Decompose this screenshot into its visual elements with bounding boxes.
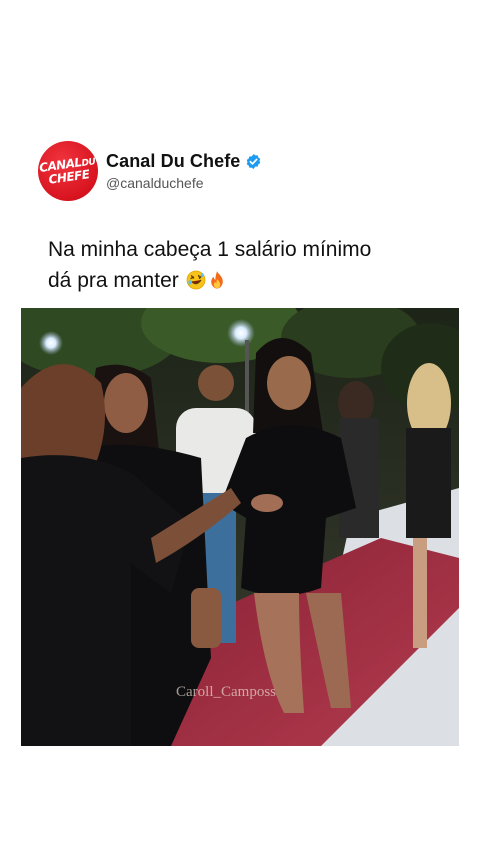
account-handle[interactable]: @canalduchefe	[106, 175, 262, 191]
account-name-row: Canal Du Chefe	[106, 151, 262, 172]
post-header: CANALDU CHEFE Canal Du Chefe @canalduchef…	[38, 140, 262, 202]
post-caption: Na minha cabeça 1 salário mínimo dá pra …	[48, 234, 448, 296]
post-video[interactable]: Caroll_Camposs	[21, 308, 459, 746]
fire-emoji-icon	[207, 268, 227, 289]
avatar[interactable]: CANALDU CHEFE	[38, 141, 98, 201]
verified-badge-icon	[245, 153, 262, 170]
account-identity: Canal Du Chefe @canalduchefe	[106, 151, 262, 191]
caption-line-1: Na minha cabeça 1 salário mínimo	[48, 238, 372, 261]
post-card: CANALDU CHEFE Canal Du Chefe @canalduchef…	[0, 0, 480, 854]
canal-du-chefe-logo: CANALDU CHEFE	[38, 155, 96, 187]
video-watermark: Caroll_Camposs	[176, 684, 276, 700]
caption-line-2: dá pra manter	[48, 269, 179, 292]
account-name[interactable]: Canal Du Chefe	[106, 151, 240, 172]
caption-line-2-row: dá pra manter	[48, 265, 448, 296]
rolling-on-floor-laughing-emoji-icon	[186, 268, 206, 290]
street-lamp-icon	[227, 319, 255, 347]
street-lamp-icon	[39, 331, 63, 355]
